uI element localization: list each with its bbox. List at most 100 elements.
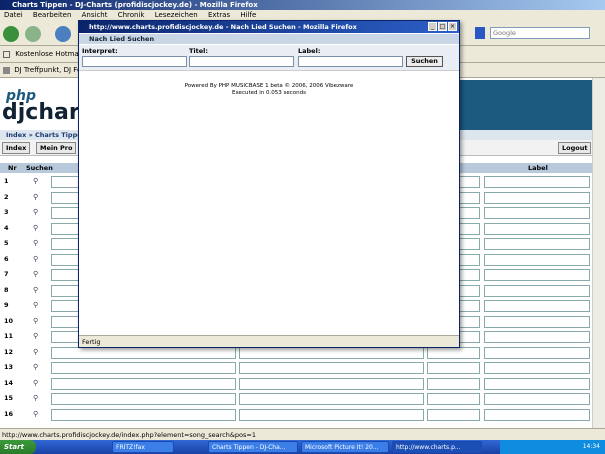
label-cell[interactable] xyxy=(484,331,590,343)
field-cell[interactable] xyxy=(427,408,480,421)
label-cell[interactable] xyxy=(484,191,590,204)
start-button[interactable]: Start xyxy=(0,440,36,454)
title-cell[interactable] xyxy=(239,393,424,405)
label-cell[interactable] xyxy=(484,393,590,405)
search-icon[interactable]: ⚲ xyxy=(33,239,38,247)
search-icon[interactable]: ⚲ xyxy=(33,410,38,418)
task-fritzfax[interactable]: FRITZ!fax xyxy=(112,441,174,453)
label-label: Label: xyxy=(298,47,321,55)
search-icon[interactable]: ⚲ xyxy=(33,177,38,185)
row-number: 11 xyxy=(4,332,14,340)
row-number: 6 xyxy=(4,254,9,263)
search-icon[interactable]: ⚲ xyxy=(33,363,38,371)
title-cell[interactable] xyxy=(239,362,424,374)
search-form: Interpret: Titel: Label: Suchen xyxy=(79,45,459,71)
search-icon[interactable]: ⚲ xyxy=(33,332,38,340)
field-cell[interactable] xyxy=(427,393,480,405)
search-icon[interactable]: ⚲ xyxy=(33,255,38,263)
search-icon[interactable]: ⚲ xyxy=(33,394,38,402)
label-cell[interactable] xyxy=(484,222,590,235)
title-cell[interactable] xyxy=(239,408,424,421)
label-cell[interactable] xyxy=(484,346,590,359)
label-cell[interactable] xyxy=(484,269,590,281)
search-icon[interactable]: ⚲ xyxy=(33,317,38,325)
reload-icon[interactable] xyxy=(55,26,71,42)
row-number: 16 xyxy=(4,409,14,418)
field-cell[interactable] xyxy=(427,362,480,374)
search-engine-icon[interactable] xyxy=(475,27,485,39)
search-icon[interactable]: ⚲ xyxy=(33,208,38,216)
row-number: 10 xyxy=(4,316,14,325)
header-suchen: Suchen xyxy=(26,164,53,172)
execution-time-text: Executed in 0.053 seconds xyxy=(232,90,306,96)
search-icon[interactable]: ⚲ xyxy=(33,224,38,232)
label-input[interactable] xyxy=(298,56,403,67)
row-number: 12 xyxy=(4,347,14,356)
task-charts-tippen[interactable]: Charts Tippen - DJ-Cha... xyxy=(208,441,298,453)
profile-button[interactable]: Mein Pro xyxy=(36,142,77,154)
back-icon[interactable] xyxy=(3,26,19,42)
forward-icon[interactable] xyxy=(25,26,41,42)
field-cell[interactable] xyxy=(427,346,480,359)
interpret-cell[interactable] xyxy=(51,393,236,405)
search-icon[interactable]: ⚲ xyxy=(33,348,38,356)
index-button[interactable]: Index xyxy=(2,142,31,154)
search-icon[interactable]: ⚲ xyxy=(33,301,38,309)
label-cell[interactable] xyxy=(484,362,590,374)
menu-extras[interactable]: Extras xyxy=(208,11,230,19)
interpret-cell[interactable] xyxy=(51,346,236,359)
field-cell[interactable] xyxy=(427,377,480,390)
minimize-icon[interactable]: _ xyxy=(428,22,437,31)
search-icon[interactable]: ⚲ xyxy=(33,379,38,387)
table-row: 14 ⚲ xyxy=(0,376,592,392)
popup-status-bar: Fertig xyxy=(79,335,459,347)
interpret-cell[interactable] xyxy=(51,377,236,390)
task-browser-popup[interactable]: http://www.charts.p... xyxy=(392,441,482,453)
system-tray: 14:34 xyxy=(500,440,605,454)
menu-datei[interactable]: Datei xyxy=(4,11,23,19)
bookmark-hotmail[interactable]: Kostenlose Hotmail xyxy=(15,50,82,58)
table-row: 15 ⚲ xyxy=(0,391,592,407)
menu-ansicht[interactable]: Ansicht xyxy=(82,11,108,19)
label-cell[interactable] xyxy=(484,315,590,328)
row-number: 7 xyxy=(4,270,9,278)
search-icon[interactable]: ⚲ xyxy=(33,270,38,278)
checkbox-icon[interactable] xyxy=(3,50,10,58)
label-cell[interactable] xyxy=(484,238,590,250)
search-icon[interactable]: ⚲ xyxy=(33,193,38,201)
menu-hilfe[interactable]: Hilfe xyxy=(240,11,256,19)
label-cell[interactable] xyxy=(484,408,590,421)
label-cell[interactable] xyxy=(484,377,590,390)
interpret-cell[interactable] xyxy=(51,362,236,374)
label-cell[interactable] xyxy=(484,300,590,312)
title-cell[interactable] xyxy=(239,346,424,359)
row-number: 3 xyxy=(4,208,9,216)
logo-djcharts[interactable]: djchar xyxy=(2,100,80,125)
page-scrollbar[interactable] xyxy=(592,78,605,428)
label-cell[interactable] xyxy=(484,253,590,266)
label-cell[interactable] xyxy=(484,284,590,297)
row-number: 14 xyxy=(4,378,14,387)
table-row: 16 ⚲ xyxy=(0,407,592,423)
menu-bearbeiten[interactable]: Bearbeiten xyxy=(33,11,71,19)
search-input[interactable] xyxy=(490,27,590,39)
search-icon[interactable]: ⚲ xyxy=(33,286,38,294)
header-nr: Nr xyxy=(8,164,17,172)
close-icon[interactable]: × xyxy=(448,22,457,31)
menu-chronik[interactable]: Chronik xyxy=(118,11,145,19)
interpret-label: Interpret: xyxy=(82,47,118,55)
interpret-cell[interactable] xyxy=(51,408,236,421)
label-cell[interactable] xyxy=(484,207,590,219)
maximize-icon[interactable]: □ xyxy=(438,22,447,31)
menu-lesezeichen[interactable]: Lesezeichen xyxy=(155,11,198,19)
row-number: 13 xyxy=(4,363,14,371)
logout-button[interactable]: Logout xyxy=(558,142,592,154)
task-picture-it[interactable]: Microsoft Picture It! 20... xyxy=(301,441,389,453)
titel-input[interactable] xyxy=(189,56,294,67)
interpret-input[interactable] xyxy=(82,56,187,67)
title-cell[interactable] xyxy=(239,377,424,390)
search-button[interactable]: Suchen xyxy=(406,56,443,67)
status-bar: http://www.charts.profidiscjockey.de/ind… xyxy=(0,428,605,440)
label-cell[interactable] xyxy=(484,176,590,188)
popup-title-bar: http://www.charts.profidiscjockey.de - N… xyxy=(79,21,459,33)
